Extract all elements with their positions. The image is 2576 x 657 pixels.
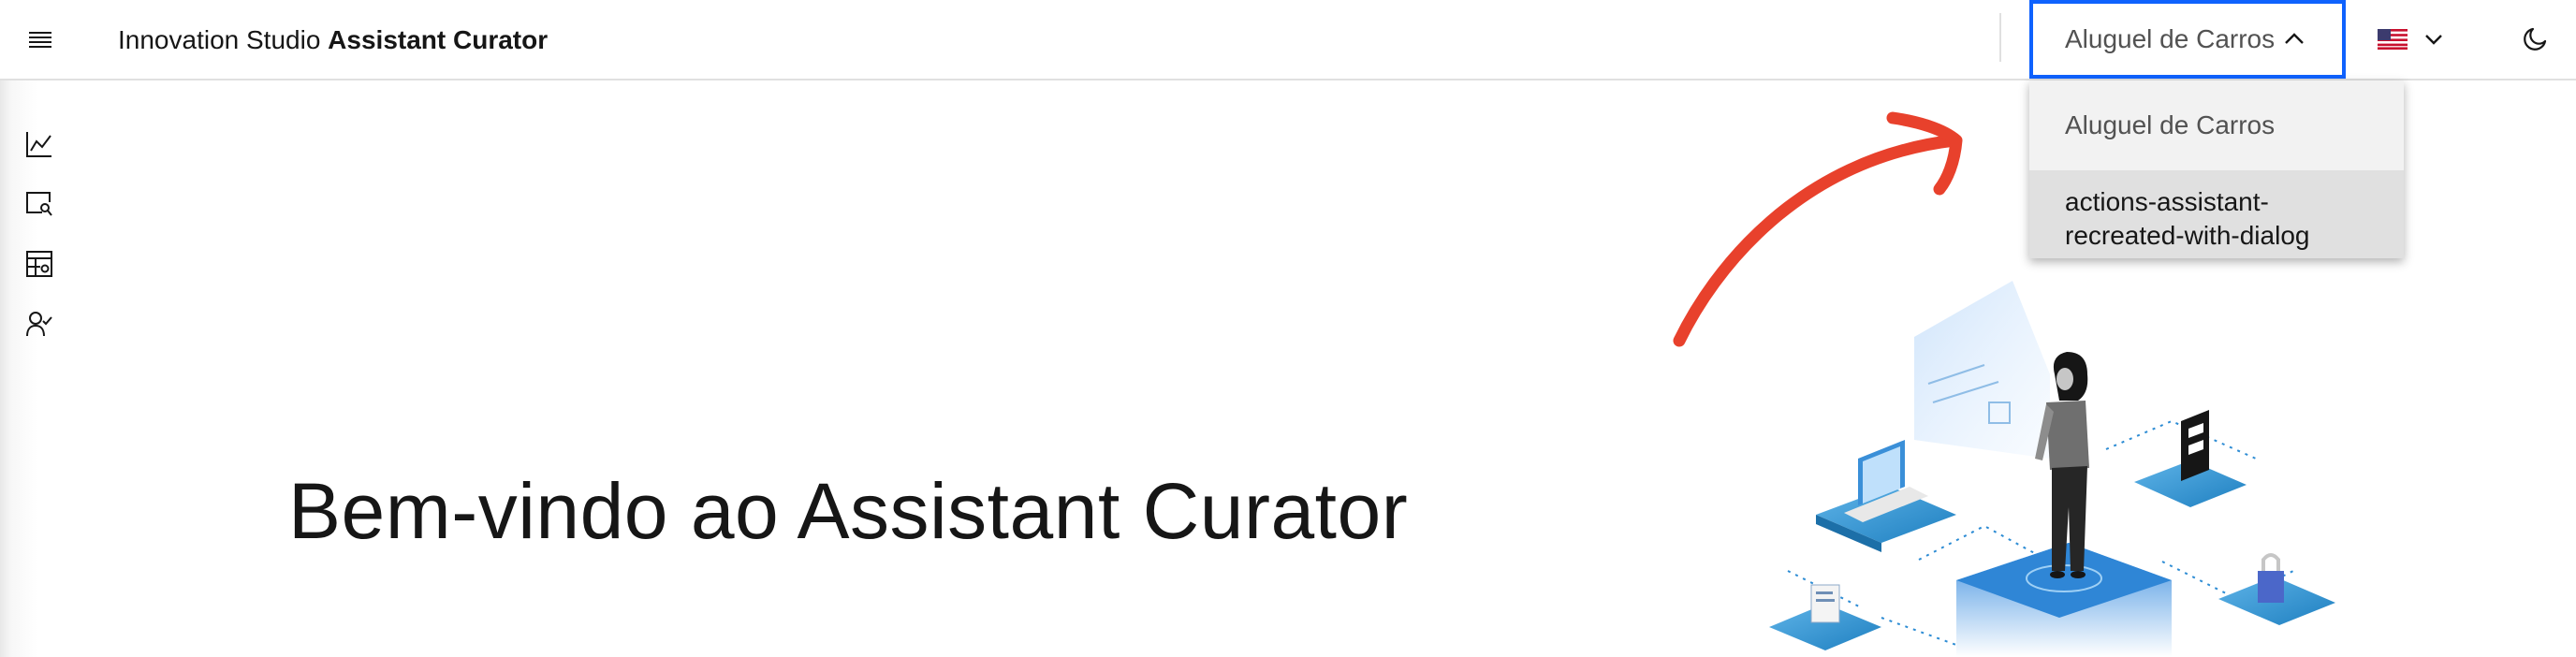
language-selector[interactable]	[2378, 19, 2462, 60]
data-table-icon	[26, 251, 52, 277]
search-document-icon	[26, 192, 52, 216]
brand-prefix: Innovation Studio	[118, 25, 321, 54]
selected-assistant-label: Aluguel de Carros	[2065, 24, 2276, 53]
sidenav-item-data[interactable]	[21, 245, 58, 283]
sidenav-item-analytics[interactable]	[21, 125, 58, 163]
dropdown-option-label-line2: recreated-with-dialog	[2065, 221, 2310, 250]
dropdown-option-label-line1: actions-assistant-	[2065, 187, 2269, 216]
hamburger-menu-button[interactable]	[21, 21, 60, 60]
welcome-illustration	[1769, 281, 2335, 657]
chevron-up-icon	[2285, 33, 2304, 44]
dropdown-option-label: Aluguel de Carros	[2065, 110, 2276, 139]
top-header: Innovation Studio Assistant Curator Alug…	[0, 0, 2576, 80]
assistant-selector[interactable]: Aluguel de Carros	[2029, 0, 2346, 79]
welcome-title: Bem-vindo ao Assistant Curator	[288, 467, 1409, 555]
side-navigation	[0, 80, 80, 657]
app-brand[interactable]: Innovation Studio Assistant Curator	[118, 21, 548, 60]
user-check-icon	[26, 312, 52, 337]
line-chart-icon	[26, 132, 51, 157]
moon-icon	[2524, 27, 2547, 51]
chevron-down-icon	[2425, 35, 2442, 45]
dropdown-option[interactable]: actions-assistant- recreated-with-dialog	[2029, 170, 2404, 258]
assistant-dropdown-menu: Aluguel de Carros actions-assistant- rec…	[2029, 80, 2404, 258]
dropdown-option[interactable]: Aluguel de Carros	[2029, 80, 2404, 170]
header-divider	[1999, 13, 2001, 62]
brand-name: Assistant Curator	[328, 25, 549, 54]
us-flag-icon	[2378, 29, 2408, 50]
theme-toggle-button[interactable]	[2514, 19, 2555, 60]
hamburger-menu-icon	[29, 32, 51, 48]
sidenav-item-search[interactable]	[21, 185, 58, 223]
sidenav-item-users[interactable]	[21, 305, 58, 343]
